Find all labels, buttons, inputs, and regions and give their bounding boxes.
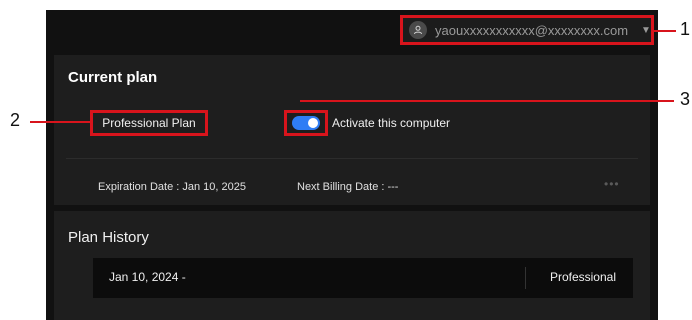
chevron-down-icon[interactable]: ▼: [641, 25, 651, 36]
callout-number-2: 2: [10, 110, 21, 130]
user-icon: [409, 21, 427, 39]
history-date: Jan 10, 2024 -: [109, 270, 186, 284]
column-separator: [525, 267, 526, 289]
card-divider: [66, 158, 638, 159]
callout-number-1: 1: [680, 19, 691, 39]
toggle-knob: [308, 118, 318, 128]
activate-computer-toggle[interactable]: [292, 116, 320, 130]
callout-line-1: [654, 30, 676, 32]
plan-history-title: Plan History: [68, 229, 149, 246]
account-dropdown[interactable]: yaouxxxxxxxxxxx@xxxxxxxx.com ▼: [400, 15, 654, 45]
table-row: Jan 10, 2024 - Professional: [93, 258, 633, 298]
callout-line-2: [30, 121, 90, 123]
current-plan-card: Current plan Professional Plan Activate …: [54, 55, 650, 205]
app-window: yaouxxxxxxxxxxx@xxxxxxxx.com ▼ Current p…: [46, 10, 658, 320]
expiration-date: Expiration Date : Jan 10, 2025: [98, 181, 246, 193]
history-plan: Professional: [549, 270, 616, 284]
account-email: yaouxxxxxxxxxxx@xxxxxxxx.com: [435, 22, 629, 38]
plan-name: Professional Plan: [90, 110, 208, 136]
activate-toggle-highlight: [284, 110, 328, 136]
current-plan-title: Current plan: [68, 69, 158, 86]
callout-number-3: 3: [680, 89, 691, 109]
callout-line-3a: [300, 100, 674, 102]
next-billing-date: Next Billing Date : ---: [297, 181, 399, 193]
more-options-icon[interactable]: •••: [604, 177, 620, 191]
plan-history-card: Plan History Jan 10, 2024 - Professional: [54, 211, 650, 320]
top-bar: yaouxxxxxxxxxxx@xxxxxxxx.com ▼: [46, 10, 658, 52]
activate-computer-label: Activate this computer: [332, 116, 451, 130]
